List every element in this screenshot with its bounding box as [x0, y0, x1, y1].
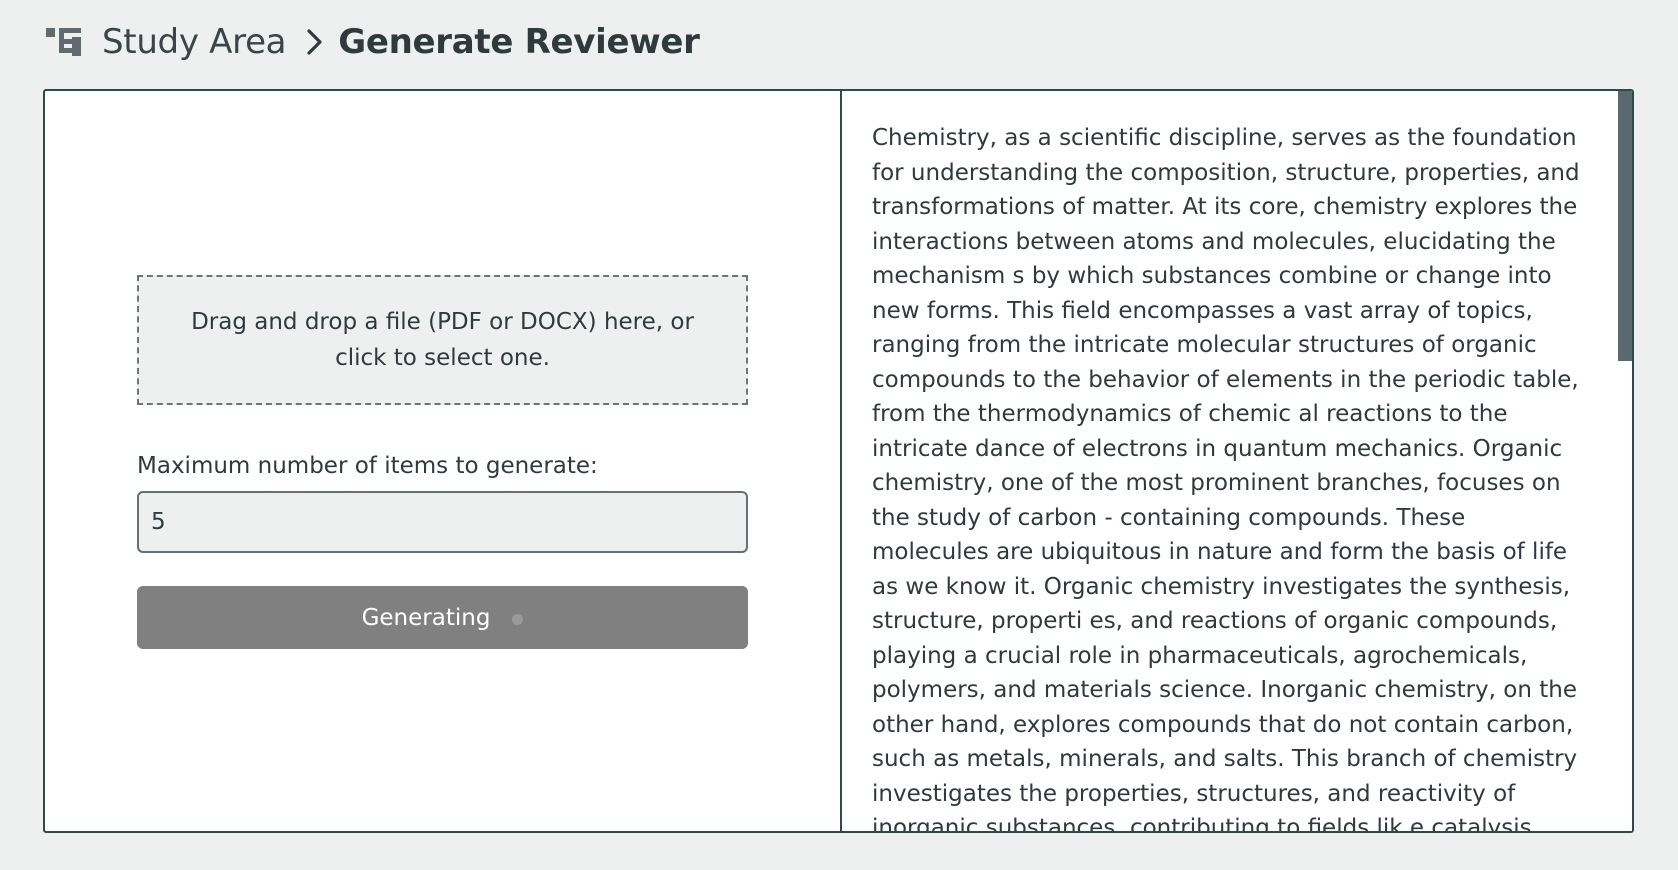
breadcrumb-parent[interactable]: Study Area [102, 22, 287, 62]
max-items-label: Maximum number of items to generate: [137, 453, 598, 479]
generate-button[interactable]: Generating [137, 586, 748, 649]
loading-spinner-icon [512, 613, 524, 625]
generator-panel: Drag and drop a file (PDF or DOCX) here,… [45, 91, 842, 831]
document-preview: Chemistry, as a scientific discipline, s… [842, 91, 1632, 831]
generate-button-label: Generating [361, 604, 491, 631]
dropzone-text: Drag and drop a file (PDF or DOCX) here,… [191, 309, 694, 371]
max-items-input[interactable] [137, 491, 748, 553]
preview-scrollbar[interactable] [1618, 91, 1632, 831]
file-dropzone[interactable]: Drag and drop a file (PDF or DOCX) here,… [137, 275, 748, 405]
scrollbar-thumb[interactable] [1618, 91, 1632, 361]
reviewer-workspace: Drag and drop a file (PDF or DOCX) here,… [43, 89, 1634, 833]
page-title: Generate Reviewer [338, 22, 700, 62]
chevron-right-icon [306, 28, 324, 56]
hierarchy-icon [44, 22, 84, 62]
preview-text: Chemistry, as a scientific discipline, s… [872, 125, 1580, 831]
breadcrumb: Study Area Generate Reviewer [44, 18, 700, 66]
